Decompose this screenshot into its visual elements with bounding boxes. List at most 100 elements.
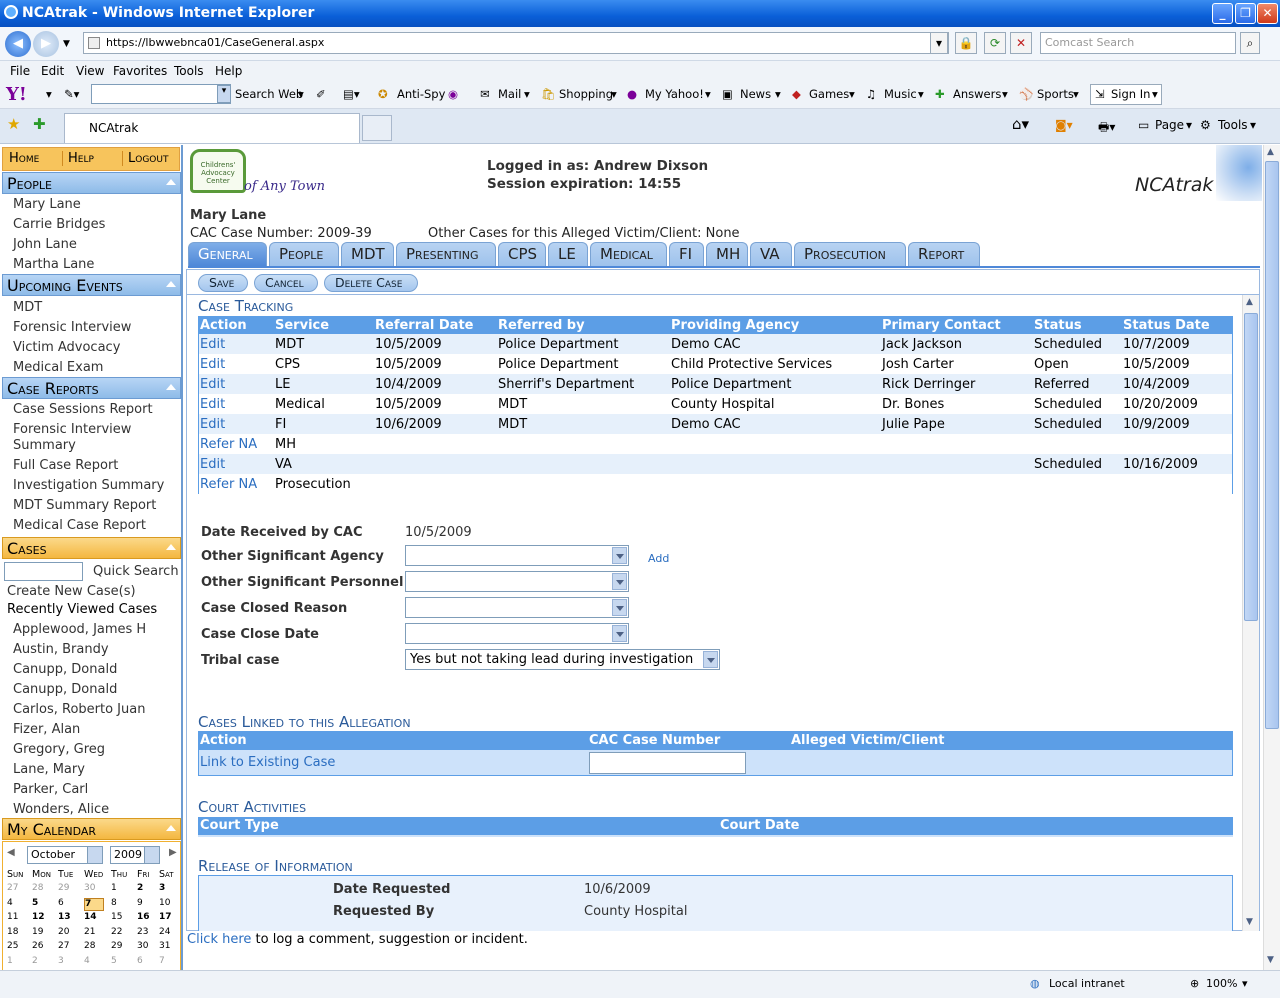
calendar-day[interactable]: 28 xyxy=(32,883,57,893)
prev-month-icon[interactable]: ◀ xyxy=(7,847,15,858)
calendar-day[interactable]: 4 xyxy=(7,898,32,908)
print-icon[interactable]: 🖶▾ xyxy=(1098,118,1115,139)
delete-case-button[interactable]: Delete Case xyxy=(324,274,418,292)
calendar-day[interactable]: 29 xyxy=(58,883,83,893)
yahoo-menu-icon[interactable]: ▾ xyxy=(46,87,52,101)
calendar-day[interactable]: 11 xyxy=(7,912,32,922)
action-link[interactable]: Refer NA xyxy=(200,437,257,452)
lock-icon[interactable]: 🔒 xyxy=(955,32,977,54)
tab-fi[interactable]: FI xyxy=(669,242,704,266)
calendar-day[interactable]: 19 xyxy=(32,927,57,937)
action-link[interactable]: Edit xyxy=(200,457,225,472)
recent-case[interactable]: Gregory, Greg xyxy=(13,742,105,757)
reports-section-header[interactable]: Case Reports xyxy=(2,377,181,399)
people-section-header[interactable]: People xyxy=(2,172,181,194)
answers-dropdown-icon[interactable]: ▾ xyxy=(1002,87,1008,101)
home-icon[interactable]: ⌂▾ xyxy=(1012,115,1029,133)
tab-report[interactable]: Report xyxy=(908,242,980,266)
click-here-link[interactable]: Click here xyxy=(187,932,251,947)
closed-reason-select[interactable] xyxy=(405,597,629,618)
close-window-button[interactable]: ✕ xyxy=(1257,3,1278,24)
recent-case[interactable]: Austin, Brandy xyxy=(13,642,109,657)
music-button[interactable]: Music xyxy=(884,87,917,101)
games-dropdown-icon[interactable]: ▾ xyxy=(849,87,855,101)
sports-button[interactable]: Sports xyxy=(1037,87,1074,101)
menu-tools[interactable]: Tools xyxy=(174,64,204,78)
help-link[interactable]: Help xyxy=(62,151,94,166)
search-web-button[interactable]: Search Web xyxy=(235,87,303,101)
year-select[interactable]: 2009 xyxy=(110,846,160,864)
yahoo-search-dropdown-icon[interactable]: ▾ xyxy=(217,85,231,103)
calendar-day[interactable]: 1 xyxy=(7,956,32,966)
page-scroll-thumb[interactable] xyxy=(1265,161,1279,729)
recent-case[interactable]: Applewood, James H xyxy=(13,622,146,637)
my-yahoo-button[interactable]: My Yahoo! xyxy=(645,87,704,101)
tab-presenting[interactable]: Presenting xyxy=(396,242,496,266)
sidebar-report[interactable]: Full Case Report xyxy=(13,458,118,473)
tab-cps[interactable]: CPS xyxy=(498,242,546,266)
collapse-icon[interactable] xyxy=(166,825,176,831)
forward-button[interactable]: ▶ xyxy=(33,31,59,57)
sidebar-event[interactable]: Victim Advocacy xyxy=(13,340,120,355)
calendar-day[interactable]: 25 xyxy=(7,941,32,951)
next-month-icon[interactable]: ▶ xyxy=(169,847,177,858)
calendar-day[interactable]: 15 xyxy=(111,912,136,922)
recent-case[interactable]: Carlos, Roberto Juan xyxy=(13,702,145,717)
calendar-day[interactable]: 13 xyxy=(58,912,83,922)
mail-button[interactable]: Mail xyxy=(498,87,521,101)
search-web-dropdown-icon[interactable]: ▾ xyxy=(298,87,304,101)
panel-scroll-thumb[interactable] xyxy=(1244,313,1258,621)
sidebar-report[interactable]: Summary xyxy=(13,438,76,453)
collapse-icon[interactable] xyxy=(166,179,176,185)
page-dropdown-icon[interactable]: ▾ xyxy=(1186,118,1192,132)
calendar-day[interactable]: 5 xyxy=(111,956,136,966)
collapse-icon[interactable] xyxy=(166,384,176,390)
tab-medical[interactable]: Medical xyxy=(590,242,667,266)
sidebar-event[interactable]: Medical Exam xyxy=(13,360,103,375)
sidebar-person[interactable]: Carrie Bridges xyxy=(13,217,105,232)
cases-section-header[interactable]: Cases xyxy=(2,537,181,559)
collapse-icon[interactable] xyxy=(166,281,176,287)
calendar-day[interactable]: 2 xyxy=(32,956,57,966)
calendar-day[interactable]: 8 xyxy=(111,898,136,908)
messenger-icon[interactable]: ◉ xyxy=(448,87,458,101)
shopping-button[interactable]: Shopping xyxy=(559,87,613,101)
news-dropdown-icon[interactable]: ▾ xyxy=(775,87,781,101)
recent-case[interactable]: Lane, Mary xyxy=(13,762,85,777)
minimize-button[interactable]: _ xyxy=(1212,3,1233,24)
action-link[interactable]: Edit xyxy=(200,377,225,392)
menu-help[interactable]: Help xyxy=(215,64,242,78)
calendar-day[interactable]: 7 xyxy=(159,956,184,966)
close-date-select[interactable] xyxy=(405,623,629,644)
panel-scrollbar[interactable]: ▲ ▼ xyxy=(1242,295,1259,931)
tab-people[interactable]: People xyxy=(269,242,339,266)
page-menu[interactable]: Page xyxy=(1155,118,1184,132)
recent-case[interactable]: Wonders, Alice xyxy=(13,802,109,817)
sidebar-event[interactable]: MDT xyxy=(13,300,42,315)
recent-pages-icon[interactable]: ▼ xyxy=(63,39,70,49)
calendar-day[interactable]: 29 xyxy=(111,941,136,951)
zoom-dropdown-icon[interactable]: ▾ xyxy=(1242,977,1248,990)
scroll-up-icon[interactable]: ▲ xyxy=(1267,147,1274,157)
sidebar-event[interactable]: Forensic Interview xyxy=(13,320,131,335)
favorites-star-icon[interactable]: ★ xyxy=(7,115,20,133)
quick-search-link[interactable]: Quick Search xyxy=(93,564,179,579)
action-link[interactable]: Edit xyxy=(200,417,225,432)
action-link[interactable]: Edit xyxy=(200,357,225,372)
tab-le[interactable]: LE xyxy=(548,242,588,266)
sidebar-report[interactable]: Forensic Interview xyxy=(13,422,131,437)
calendar-day[interactable]: 27 xyxy=(58,941,83,951)
page-scrollbar[interactable]: ▲ ▼ xyxy=(1263,145,1280,970)
menu-edit[interactable]: Edit xyxy=(41,64,64,78)
feeds-icon[interactable]: ◙▾ xyxy=(1055,118,1073,132)
maximize-button[interactable]: ❐ xyxy=(1235,3,1256,24)
calendar-day[interactable]: 20 xyxy=(58,927,83,937)
sports-dropdown-icon[interactable]: ▾ xyxy=(1073,87,1079,101)
recent-case[interactable]: Canupp, Donald xyxy=(13,682,117,697)
calendar-day[interactable]: 5 xyxy=(32,898,57,908)
tab-mdt[interactable]: MDT xyxy=(341,242,394,266)
calendar-day[interactable]: 6 xyxy=(58,898,83,908)
sidebar-person[interactable]: Martha Lane xyxy=(13,257,94,272)
recent-case[interactable]: Canupp, Donald xyxy=(13,662,117,677)
calendar-day[interactable]: 1 xyxy=(111,883,136,893)
